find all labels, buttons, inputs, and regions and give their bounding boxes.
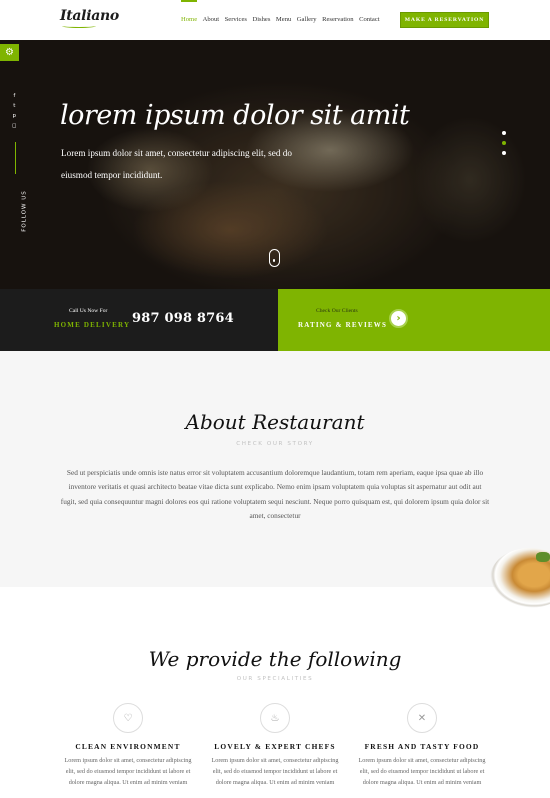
- nav-contact[interactable]: Contact: [359, 16, 380, 23]
- follow-us-label: FOLLOW US: [21, 190, 28, 232]
- slider-dot[interactable]: [502, 131, 506, 135]
- service-card: ♨ LOVELY & EXPERT CHEFS Lorem ipsum dolo…: [201, 703, 349, 788]
- delivery-caption: Call Us Now For: [69, 308, 108, 314]
- hero-title: lorem ipsum dolor sit amit: [60, 100, 410, 131]
- service-card: ✕ FRESH AND TASTY FOOD Lorem ipsum dolor…: [348, 703, 496, 788]
- pinterest-icon[interactable]: p: [13, 113, 17, 119]
- service-card: ♡ CLEAN ENVIRONMENT Lorem ipsum dolor si…: [54, 703, 202, 788]
- site-logo[interactable]: Italiano: [60, 8, 119, 24]
- services-subtitle: OUR SPECIALITIES: [236, 676, 314, 682]
- hero-subtitle: Lorem ipsum dolor sit amet, consectetur …: [61, 148, 292, 180]
- social-links: f t p ◻: [12, 93, 17, 129]
- nav-about[interactable]: About: [203, 16, 219, 23]
- chevron-right-icon[interactable]: ›: [389, 309, 408, 328]
- chef-hat-icon: ♨: [260, 703, 290, 733]
- rating-panel: [278, 289, 550, 351]
- nav-dishes[interactable]: Dishes: [252, 16, 270, 23]
- nav-home[interactable]: Home: [181, 0, 198, 23]
- garnish-image: [536, 552, 550, 562]
- cutlery-icon: ✕: [407, 703, 437, 733]
- services-title: We provide the following: [148, 647, 402, 671]
- service-text: Lorem ipsum dolor sit amet, consectetur …: [358, 757, 486, 786]
- gear-icon[interactable]: ⚙: [0, 44, 19, 61]
- delivery-phone[interactable]: 987 098 8764: [132, 311, 234, 326]
- scroll-down-icon[interactable]: [269, 249, 280, 267]
- site-header: Italiano Home About Services Dishes Menu…: [0, 0, 550, 40]
- nav-menu[interactable]: Menu: [276, 16, 291, 23]
- service-text: Lorem ipsum dolor sit amet, consectetur …: [64, 757, 192, 786]
- facebook-icon[interactable]: f: [13, 93, 15, 99]
- about-title: About Restaurant: [185, 410, 365, 434]
- make-reservation-button[interactable]: MAKE A RESERVATION: [400, 12, 489, 28]
- about-text: Sed ut perspiciatis unde omnis iste natu…: [60, 468, 490, 520]
- main-nav: Home About Services Dishes Menu Gallery …: [181, 0, 385, 23]
- rating-caption: Check Our Clients: [316, 308, 358, 314]
- twitter-icon[interactable]: t: [13, 103, 15, 109]
- slider-dot[interactable]: [502, 151, 506, 155]
- nav-reservation[interactable]: Reservation: [322, 16, 354, 23]
- nav-services[interactable]: Services: [225, 16, 247, 23]
- slider-dot-active[interactable]: [502, 141, 506, 145]
- rating-label[interactable]: RATING & REVIEWS: [298, 321, 387, 329]
- service-title: LOVELY & EXPERT CHEFS: [214, 742, 336, 751]
- about-subtitle: CHECK OUR STORY: [236, 441, 314, 447]
- slider-dots: [502, 131, 506, 155]
- heart-icon: ♡: [113, 703, 143, 733]
- service-text: Lorem ipsum dolor sit amet, consectetur …: [211, 757, 339, 786]
- service-title: CLEAN ENVIRONMENT: [75, 742, 181, 751]
- social-divider: [15, 142, 16, 174]
- instagram-icon[interactable]: ◻: [12, 123, 17, 129]
- logo-underline: [62, 24, 96, 28]
- service-title: FRESH AND TASTY FOOD: [364, 742, 480, 751]
- nav-gallery[interactable]: Gallery: [297, 16, 317, 23]
- delivery-label: HOME DELIVERY: [54, 321, 131, 329]
